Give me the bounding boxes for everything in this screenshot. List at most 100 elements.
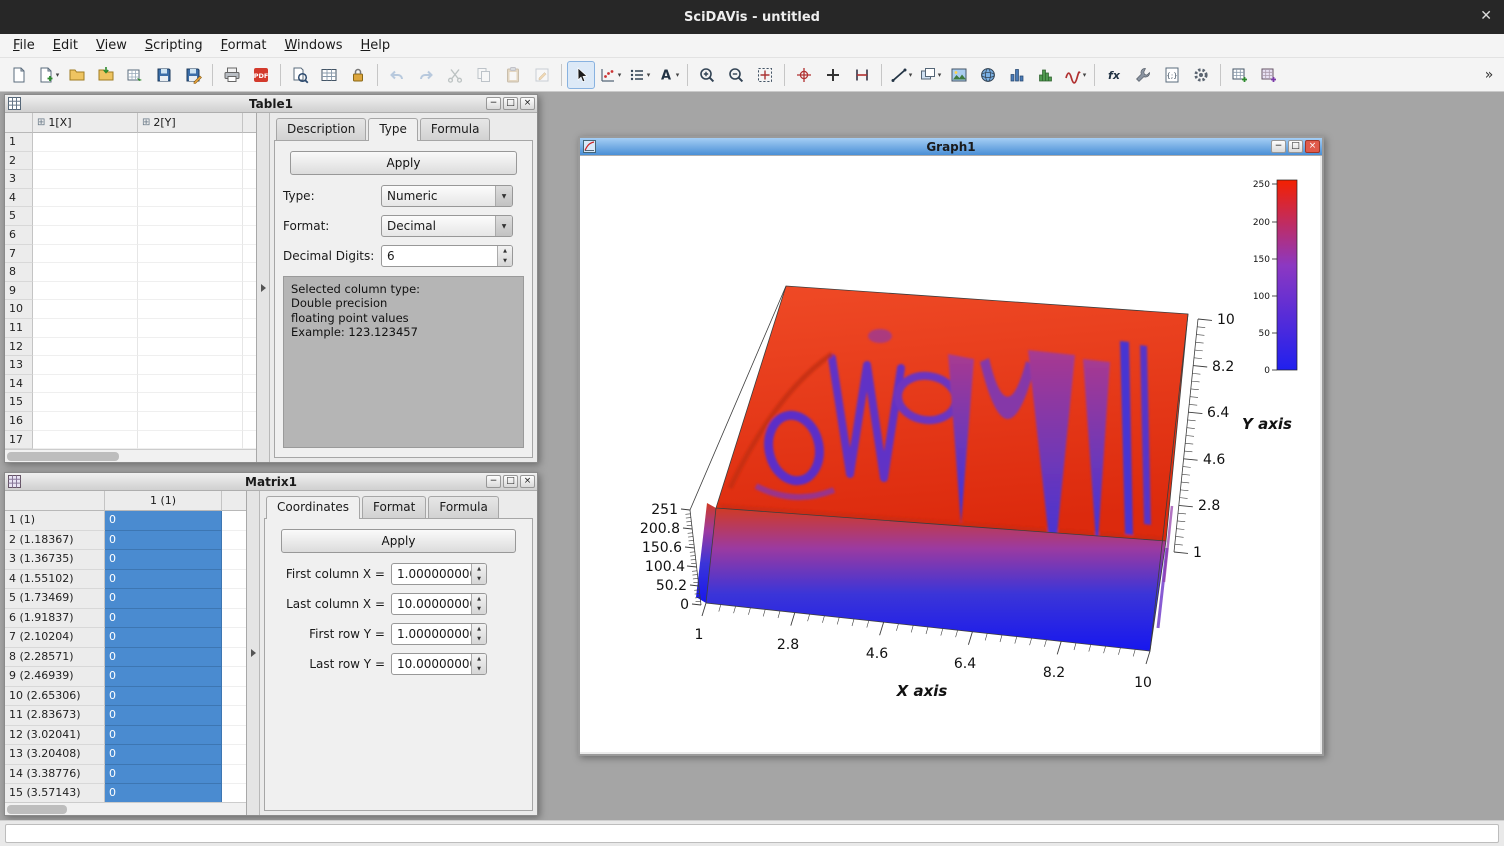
print-button[interactable] [218,61,246,89]
table-cell[interactable] [138,226,243,245]
matrix-row-header[interactable]: 3 (1.36735) [5,550,105,570]
spin-up-icon[interactable]: ▲ [498,246,512,256]
matrix-cell-selected[interactable]: 0 [105,726,222,746]
first-column-x-spinbox[interactable]: 1.000000000▲▼ [391,563,487,585]
matrix-row-header[interactable]: 15 (3.57143) [5,784,105,802]
results-log-button[interactable] [315,61,343,89]
menu-view[interactable]: View [87,35,136,56]
close-button[interactable]: × [520,97,535,110]
table-cell[interactable] [33,300,138,319]
matrix-cell-selected[interactable]: 0 [105,648,222,668]
edit-selection-button[interactable] [528,61,556,89]
column-header[interactable]: ⊞2[Y] [138,113,243,133]
graph-canvas[interactable]: 251 200.8 150.6 100.4 50.2 0 10 8.2 6.4 … [580,156,1320,752]
spinbox-value[interactable]: 10.00000000 [392,594,471,614]
curve-tools-button[interactable]: ▾ [596,61,624,89]
matrix-row-header[interactable]: 12 (3.02041) [5,726,105,746]
row-header[interactable]: 16 [5,412,33,431]
table-cell[interactable] [138,189,243,208]
minimize-button[interactable]: − [486,97,501,110]
matrix-row-header[interactable]: 5 (1.73469) [5,589,105,609]
matrix1-titlebar[interactable]: Matrix1 − □ × [5,473,537,491]
table-cell[interactable] [33,282,138,301]
table-cell[interactable] [138,207,243,226]
table1-titlebar[interactable]: Table1 − □ × [5,95,537,113]
toolbar-overflow-button[interactable]: » [1479,61,1499,89]
import-ascii-button[interactable] [121,61,149,89]
table-cell[interactable] [33,226,138,245]
table1-tab-type[interactable]: Type [368,118,418,141]
matrix1-horizontal-scrollbar[interactable] [5,802,246,815]
table-cell[interactable] [33,393,138,412]
menu-windows[interactable]: Windows [275,35,351,56]
plot-bars-button[interactable] [1003,61,1031,89]
matrix-row-header[interactable]: 6 (1.91837) [5,609,105,629]
spin-down-icon[interactable]: ▼ [472,574,486,584]
table-cell[interactable] [33,133,138,152]
table-cell[interactable] [138,245,243,264]
project-explorer-button[interactable] [286,61,314,89]
row-header[interactable]: 10 [5,300,33,319]
zoom-in-button[interactable] [693,61,721,89]
matrix-cell-selected[interactable]: 0 [105,589,222,609]
table1-panel-collapse-button[interactable] [257,113,270,462]
matrix-row-header[interactable]: 11 (2.83673) [5,706,105,726]
table-cell[interactable] [138,393,243,412]
close-button[interactable]: × [1305,140,1320,153]
lock-toolbars-button[interactable] [344,61,372,89]
matrix-cell-selected[interactable]: 0 [105,570,222,590]
matrix-row-header[interactable]: 14 (3.38776) [5,765,105,785]
last-column-x-spinbox[interactable]: 10.00000000▲▼ [391,593,487,615]
matrix-cell-selected[interactable]: 0 [105,706,222,726]
row-header[interactable]: 3 [5,170,33,189]
matrix-row-header[interactable]: 2 (1.18367) [5,531,105,551]
matrix-row-header[interactable]: 4 (1.55102) [5,570,105,590]
spinbox-value[interactable]: 1.000000000 [392,564,471,584]
menu-file[interactable]: File [4,35,44,56]
draw-line-button[interactable]: ▾ [887,61,915,89]
matrix-cell-selected[interactable]: 0 [105,628,222,648]
data-tools-button[interactable] [1129,61,1157,89]
menu-scripting[interactable]: Scripting [136,35,212,56]
data-reader-button[interactable] [819,61,847,89]
spin-up-icon[interactable]: ▲ [472,594,486,604]
menu-help[interactable]: Help [352,35,400,56]
table1-tab-formula[interactable]: Formula [420,118,491,140]
row-header[interactable]: 17 [5,431,33,450]
apply-button[interactable]: Apply [281,529,517,553]
new-matrix-button[interactable] [1255,61,1283,89]
first-row-y-spinbox[interactable]: 1.000000000▲▼ [391,623,487,645]
column-header[interactable]: ⊞1[X] [33,113,138,133]
type-combo[interactable]: Numeric ▼ [381,185,513,207]
table-cell[interactable] [33,207,138,226]
spin-up-icon[interactable]: ▲ [472,564,486,574]
matrix1-tab-format[interactable]: Format [362,496,426,518]
table-cell[interactable] [33,152,138,171]
menu-edit[interactable]: Edit [44,35,87,56]
table-cell[interactable] [138,170,243,189]
maximize-button[interactable]: □ [1288,140,1303,153]
plot-histogram-button[interactable] [1032,61,1060,89]
graph1-titlebar[interactable]: Graph1 − □ × [580,138,1322,156]
row-header[interactable]: 4 [5,189,33,208]
matrix-cell-selected[interactable]: 0 [105,609,222,629]
spin-down-icon[interactable]: ▼ [472,634,486,644]
cut-button[interactable] [441,61,469,89]
table-cell[interactable] [33,431,138,450]
new-table-button[interactable] [1226,61,1254,89]
table-corner-cell[interactable] [5,113,33,133]
table-cell[interactable] [138,133,243,152]
app-titlebar[interactable]: SciDAVis - untitled ✕ [0,0,1504,34]
add-layer-button[interactable]: ▾ [916,61,944,89]
matrix-row-header[interactable]: 8 (2.28571) [5,648,105,668]
row-header[interactable]: 1 [5,133,33,152]
table-cell[interactable] [33,375,138,394]
row-header[interactable]: 7 [5,245,33,264]
table-cell[interactable] [33,356,138,375]
matrix1-tab-coordinates[interactable]: Coordinates [266,496,360,519]
table-cell[interactable] [138,263,243,282]
table-cell[interactable] [138,356,243,375]
row-header[interactable]: 14 [5,375,33,394]
table-cell[interactable] [33,319,138,338]
menu-format[interactable]: Format [212,35,276,56]
